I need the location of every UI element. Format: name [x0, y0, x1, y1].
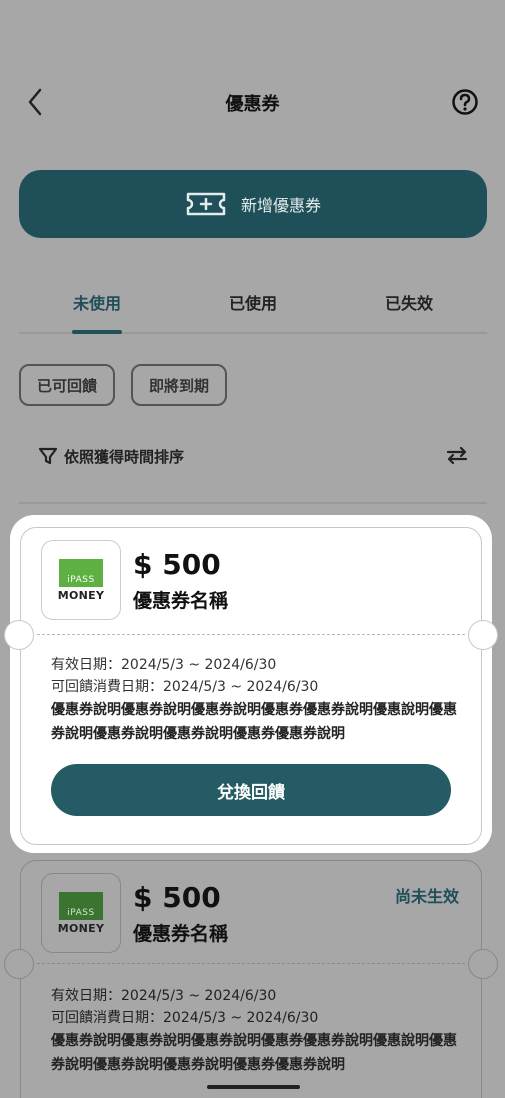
- tab-unused[interactable]: 未使用: [19, 280, 175, 334]
- ticket-notch-left: [4, 620, 34, 650]
- swap-icon: [446, 446, 468, 465]
- logo-bottom-text: MONEY: [57, 588, 105, 602]
- coupon-card[interactable]: iPASS MONEY $ 500 優惠券名稱 尚未生效 有效日期：2024/5…: [4, 860, 498, 1098]
- divider: [19, 502, 487, 504]
- ipass-money-logo: iPASS MONEY: [41, 540, 121, 620]
- ipass-money-logo: iPASS MONEY: [41, 873, 121, 953]
- filter-chip-redeemable[interactable]: 已可回饋: [19, 364, 116, 406]
- status-badge: 尚未生效: [394, 887, 459, 906]
- coupon-amount: $ 500: [133, 881, 221, 914]
- coupon-add-icon: [186, 192, 226, 216]
- ticket-divider: [37, 634, 465, 635]
- coupon-amount: $ 500: [133, 548, 221, 581]
- tab-expired[interactable]: 已失效: [331, 280, 487, 332]
- help-icon: [452, 89, 478, 115]
- logo-top-text: iPASS: [59, 891, 103, 920]
- ticket-notch-right: [468, 620, 498, 650]
- sort-row[interactable]: 依照獲得時間排序: [38, 440, 470, 472]
- ticket-notch-left: [4, 949, 34, 979]
- coupon-details: 有效日期：2024/5/3 ~ 2024/6/30 可回饋消費日期：2024/5…: [51, 654, 461, 746]
- redeem-button[interactable]: 兌換回饋: [51, 764, 451, 816]
- filter-chip-expiring[interactable]: 即將到期: [131, 364, 228, 406]
- page-title: 優惠券: [225, 94, 280, 115]
- coupon-description: 優惠券說明優惠券說明優惠券說明優惠券優惠券說明優惠說明優惠券說明優惠券說明優惠券…: [51, 702, 457, 742]
- coupon-tabs: 未使用 已使用 已失效: [19, 280, 487, 334]
- sort-toggle-button[interactable]: [444, 442, 470, 468]
- sort-label: 依照獲得時間排序: [64, 447, 185, 466]
- home-indicator: [207, 1085, 300, 1089]
- feedback-date: 可回饋消費日期：2024/5/3 ~ 2024/6/30: [51, 1010, 319, 1026]
- add-coupon-button[interactable]: 新增優惠券: [19, 170, 487, 238]
- coupon-details: 有效日期：2024/5/3 ~ 2024/6/30 可回饋消費日期：2024/5…: [51, 985, 461, 1077]
- coupon-name: 優惠券名稱: [133, 590, 229, 612]
- feedback-date: 可回饋消費日期：2024/5/3 ~ 2024/6/30: [51, 679, 319, 695]
- tab-used[interactable]: 已使用: [175, 280, 331, 332]
- coupon-card[interactable]: iPASS MONEY $ 500 優惠券名稱 有效日期：2024/5/3 ~ …: [4, 527, 498, 845]
- coupon-name: 優惠券名稱: [133, 923, 229, 945]
- valid-date: 有效日期：2024/5/3 ~ 2024/6/30: [51, 988, 277, 1004]
- help-button[interactable]: [451, 88, 479, 116]
- ticket-notch-right: [468, 949, 498, 979]
- valid-date: 有效日期：2024/5/3 ~ 2024/6/30: [51, 657, 277, 673]
- coupon-description: 優惠券說明優惠券說明優惠券說明優惠券優惠券說明優惠說明優惠券說明優惠券說明優惠券…: [51, 1033, 457, 1073]
- logo-bottom-text: MONEY: [57, 921, 105, 935]
- filter-chips: 已可回饋 即將到期: [19, 364, 228, 406]
- ticket-divider: [37, 963, 465, 964]
- filter-icon: [38, 447, 58, 465]
- app-header: 優惠券: [0, 72, 505, 132]
- logo-top-text: iPASS: [59, 558, 103, 587]
- add-coupon-label: 新增優惠券: [240, 196, 321, 215]
